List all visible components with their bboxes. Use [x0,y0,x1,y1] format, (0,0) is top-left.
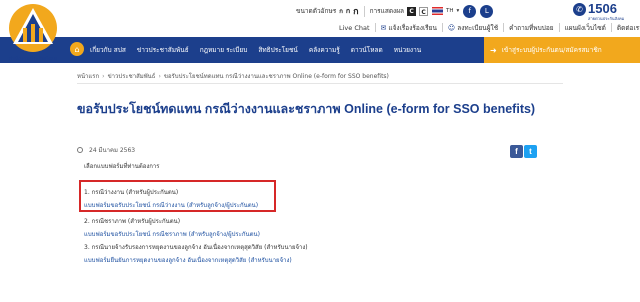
publish-date: 24 มีนาคม 2563 [77,145,135,155]
line-icon[interactable]: L [480,4,494,18]
live-chat-label: Live Chat [339,23,370,32]
nav-item-law[interactable]: กฎหมาย ระเบียบ [200,45,248,55]
breadcrumb-current: ขอรับประโยชน์ทดแทน กรณีว่างงานและชราภาพ … [163,73,389,80]
intro-text: เลือกแบบฟอร์มที่ท่านต้องการ [84,163,160,170]
people-icon: ☺ [447,23,456,32]
login-register-button[interactable]: ➜ เข้าสู่ระบบผู้ประกันตน/สมัครสมาชิก [484,37,640,63]
unemployment-form-link[interactable]: แบบฟอร์มขอรับประโยชน์ กรณีว่างงาน (สำหรั… [84,200,258,210]
top-utility-bar: สำนักงานประกันสังคม ขนาดตัวอักษร ก ก ก ก… [0,0,640,62]
faq-label: คำถามที่พบบ่อย [509,23,554,32]
complaint-label: แจ้งเรื่องร้องเรียน [388,23,437,32]
font-size-label: ขนาดตัวอักษร [296,7,337,15]
sso-logo[interactable]: สำนักงานประกันสังคม [3,2,63,66]
font-size-medium-button[interactable]: ก [346,6,350,17]
font-size-large-button[interactable]: ก [353,4,358,18]
breadcrumb: หน้าแรก › ข่าวประชาสัมพันธ์ › ขอรับประโย… [77,71,389,81]
contact-link[interactable]: ติดต่อเรา [617,23,640,33]
item-heading-old-age: 2. กรณีชราภาพ (สำหรับผู้ประกันตน) [84,218,181,225]
language-selector[interactable]: TH [446,8,454,14]
complaint-link[interactable]: ✉ แจ้งเรื่องร้องเรียน [381,23,437,33]
nav-items: เกี่ยวกับ สปส ข่าวประชาสัมพันธ์ กฎหมาย ร… [90,37,432,63]
contact-label: ติดต่อเรา [616,23,640,32]
facebook-icon[interactable]: f [463,4,477,18]
phone-icon[interactable]: ✆ [573,3,586,16]
display-label: การแสดงผล [369,7,405,15]
faq-link[interactable]: คำถามที่พบบ่อย [509,23,553,33]
page-title: ขอรับประโยชน์ทดแทน กรณีว่างงานและชราภาพ … [77,102,536,116]
breadcrumb-news[interactable]: ข่าวประชาสัมพันธ์ [108,71,156,81]
clock-icon [77,147,83,153]
breadcrumb-home[interactable]: หน้าแรก [77,71,99,81]
facebook-share-icon[interactable]: f [510,145,523,158]
home-icon[interactable]: ⌂ [70,42,84,56]
font-size-control: ขนาดตัวอักษร ก ก ก การแสดงผล C C TH ▾ f … [296,3,494,19]
secondary-links: Live Chat ✉ แจ้งเรื่องร้องเรียน ☺ ลงทะเบ… [339,21,640,34]
chevron-right-icon: › [158,72,161,80]
register-link[interactable]: ☺ ลงทะเบียนผู้ใช้ [448,23,498,33]
divider [558,23,560,32]
divider [363,5,365,17]
sitemap-link[interactable]: แผนผังเว็บไซต์ [565,23,606,33]
logo-caption: สำนักงานประกันสังคม [8,56,58,62]
login-icon: ➜ [490,45,497,55]
nav-item-download[interactable]: ดาวน์โหลด [351,45,383,55]
twitter-share-icon[interactable]: t [524,145,537,158]
employer-form-link[interactable]: แบบฟอร์มยืนยันการหยุดงานของลูกจ้าง อันเน… [84,255,292,265]
nav-item-knowledge[interactable]: คลังความรู้ [309,45,340,55]
divider [503,23,505,32]
item-heading-employer: 3. กรณีนายจ้างรับรองการหยุดงานของลูกจ้าง… [84,244,308,251]
chevron-down-icon[interactable]: ▾ [457,8,460,14]
thai-flag-icon[interactable] [432,7,444,15]
high-contrast-button[interactable]: C [407,6,417,16]
nav-item-units[interactable]: หน่วยงาน [394,45,421,55]
nav-item-news[interactable]: ข่าวประชาสัมพันธ์ [137,45,189,55]
item-heading-unemployment: 1. กรณีว่างงาน (สำหรับผู้ประกันตน) [84,189,179,196]
divider [610,23,612,32]
font-size-small-button[interactable]: ก [339,6,343,16]
nav-item-benefits[interactable]: สิทธิประโยชน์ [258,45,297,55]
old-age-form-link[interactable]: แบบฟอร์มขอรับประโยชน์ กรณีชราภาพ (สำหรับ… [84,229,260,239]
divider [374,23,376,32]
hotline-number[interactable]: 1506 [588,1,617,16]
chevron-right-icon: › [102,72,105,80]
divider [441,23,443,32]
normal-contrast-button[interactable]: C [419,6,429,16]
date-text: 24 มีนาคม 2563 [89,147,136,154]
register-label: ลงทะเบียนผู้ใช้ [457,23,499,32]
logo-emblem-icon [9,4,57,52]
speech-icon: ✉ [380,23,387,32]
divider [77,83,563,84]
live-chat-link[interactable]: Live Chat [339,24,370,32]
login-register-label: เข้าสู่ระบบผู้ประกันตน/สมัครสมาชิก [501,46,602,54]
sitemap-label: แผนผังเว็บไซต์ [564,23,606,32]
nav-item-about[interactable]: เกี่ยวกับ สปส [90,45,126,55]
